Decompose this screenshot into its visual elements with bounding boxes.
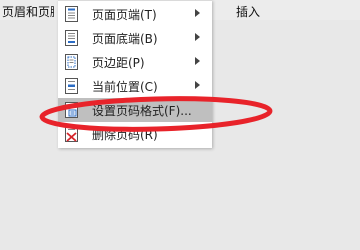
submenu-arrow-icon (195, 57, 200, 65)
menu-header-footer[interactable]: 页眉和页脚 (2, 3, 54, 20)
menu-item-label: 页面页端(T) (92, 8, 157, 22)
menu-item-page-bottom[interactable]: 页面底端(B) (58, 26, 212, 50)
menu-item-delete-page-number[interactable]: 删除页码(R) (58, 122, 212, 146)
menu-item-label: 当前位置(C) (92, 80, 158, 94)
menu-item-label: 设置页码格式(F)... (92, 104, 192, 118)
submenu-arrow-icon (195, 33, 200, 41)
menu-item-page-margin[interactable]: 页边距(P) (58, 50, 212, 74)
delete-page-number-icon (65, 126, 78, 142)
menu-insert[interactable]: 插入 (236, 3, 260, 20)
page-margin-icon (65, 54, 78, 70)
page-header-icon (65, 6, 78, 22)
submenu-arrow-icon (195, 9, 200, 17)
menu-top-divider (58, 0, 212, 1)
menu-item-current-position[interactable]: 当前位置(C) (58, 74, 212, 98)
menu-item-format-page-number[interactable]: 设置页码格式(F)... (58, 98, 212, 122)
submenu-arrow-icon (195, 81, 200, 89)
page-number-format-icon (65, 102, 78, 118)
menu-item-label: 页边距(P) (92, 56, 145, 70)
page-number-menu: 页面页端(T) 页面底端(B) 页边距(P) 当前位置(C) 设置页码格式(F)… (58, 0, 212, 148)
menu-item-label: 删除页码(R) (92, 128, 158, 142)
menu-item-label: 页面底端(B) (92, 32, 158, 46)
current-position-icon (65, 78, 78, 94)
menu-item-page-top[interactable]: 页面页端(T) (58, 2, 212, 26)
page-footer-icon (65, 30, 78, 46)
